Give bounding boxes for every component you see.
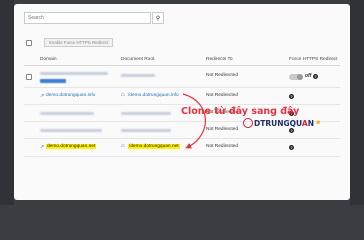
logo-mark-icon [243,118,253,128]
annotation-arrow [182,93,206,149]
smile-icon: ☻ [314,120,322,126]
dotrungquan-logo: DTRUNGQUAN ☻ [243,118,321,128]
logo-text: DTRUNGQUAN [254,118,314,128]
annotation-text: Clone từ đây sang đây [181,106,300,117]
